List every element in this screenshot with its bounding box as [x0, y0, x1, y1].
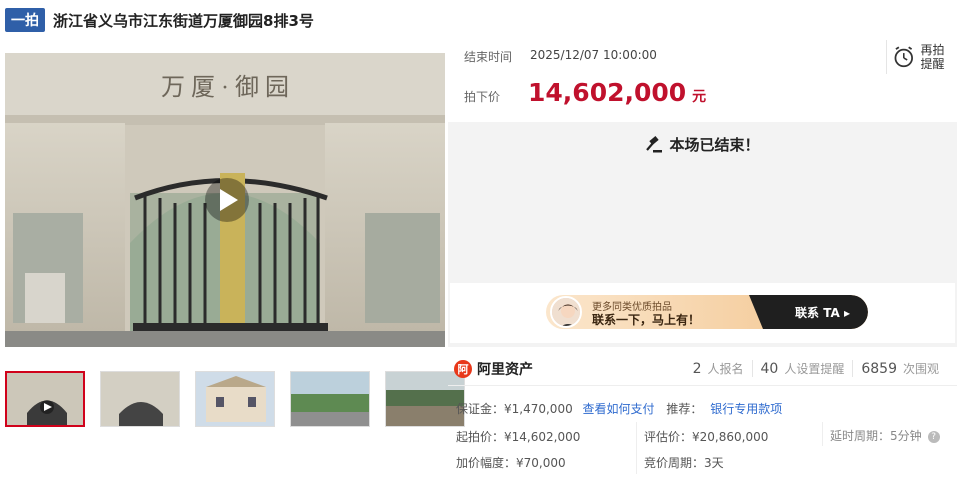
price-row: 拍下价 14,602,000 元	[464, 78, 706, 107]
ended-message: 本场已结束！	[669, 136, 760, 154]
stat-label: 人设置提醒	[784, 362, 845, 376]
price-value: 14,602,000	[528, 78, 687, 107]
divider	[636, 422, 637, 474]
title-row: 一拍 浙江省义乌市江东街道万厦御园8排3号	[5, 8, 314, 32]
stat-number: 6859	[861, 361, 897, 377]
price-unit: 元	[692, 89, 707, 105]
agent-avatar	[550, 296, 582, 328]
contact-ta-label: 联系 TA	[795, 306, 840, 320]
contact-banner[interactable]: 更多同类优质拍品 联系一下，马上有！ 联系 TA ▸	[546, 295, 868, 329]
alarm-clock-icon	[894, 46, 913, 68]
page-title: 浙江省义乌市江东街道万厦御园8排3号	[53, 11, 314, 30]
auction-round-badge: 一拍	[5, 8, 45, 32]
divider	[822, 422, 823, 446]
price-label: 拍下价	[464, 90, 501, 104]
bid-increment: 加价幅度：¥70,000	[456, 456, 566, 470]
gate-photo: 万 厦 · 御 园	[5, 53, 445, 347]
ended-message-row: 本场已结束！	[448, 134, 957, 155]
question-icon[interactable]: ?	[927, 430, 940, 443]
remind-label: 再拍提醒	[920, 43, 945, 71]
ali-logo-text: 阿里资产	[477, 361, 533, 378]
stat-label: 人报名	[707, 362, 744, 376]
start-price: 起拍价：¥14,602,000	[456, 430, 581, 444]
remind-button[interactable]: 再拍提醒	[886, 40, 946, 74]
end-time-row: 结束时间 2025/12/07 10:00:00	[464, 48, 657, 65]
banner-line2: 联系一下，马上有！	[592, 313, 701, 327]
thumbnail-2[interactable]	[100, 371, 180, 427]
delay-period-row: 延时周期：5分钟?	[830, 427, 940, 444]
caret-right-icon: ▸	[843, 306, 850, 320]
main-photo[interactable]: 万 厦 · 御 园	[5, 53, 445, 347]
how-to-pay-link[interactable]: 查看如何支付	[583, 402, 655, 416]
stat-number: 2	[692, 361, 702, 377]
stats-group: 2 人报名 40 人设置提醒 6859 次围观	[685, 360, 947, 377]
gavel-icon	[646, 135, 663, 152]
bank-account-link[interactable]: 银行专用款项	[710, 402, 782, 416]
gate-sign: 万 厦 · 御 园	[161, 74, 289, 101]
end-time-label: 结束时间	[464, 50, 513, 64]
stat-views: 6859 次围观	[852, 360, 947, 377]
thumbnail-3[interactable]	[195, 371, 275, 427]
banner-container: 更多同类优质拍品 联系一下，马上有！ 联系 TA ▸	[450, 283, 955, 343]
stats-row: 阿 阿里资产 2 人报名 40 人设置提醒 6859 次围观	[448, 352, 957, 386]
thumbnail-strip	[5, 371, 465, 427]
ali-assets-logo[interactable]: 阿 阿里资产	[454, 359, 533, 379]
stat-reminders: 40 人设置提醒	[751, 360, 853, 377]
appraisal-price: 评估价：¥20,860,000	[644, 430, 769, 444]
ali-logo-icon: 阿	[454, 359, 472, 378]
deposit-text: 保证金：¥1,470,000	[456, 402, 573, 416]
stat-number: 40	[760, 361, 779, 377]
stat-registered: 2 人报名	[685, 360, 752, 377]
thumbnail-4[interactable]	[290, 371, 370, 427]
stat-label: 次围观	[902, 362, 939, 376]
thumbnail-1[interactable]	[5, 371, 85, 427]
bid-cycle: 竞价周期：3天	[644, 456, 724, 470]
delay-period: 延时周期：5分钟	[830, 429, 922, 443]
end-time-value: 2025/12/07 10:00:00	[530, 48, 657, 62]
recommend-label: 推荐：	[666, 402, 703, 416]
contact-ta-button[interactable]: 联系 TA ▸	[795, 304, 850, 321]
deposit-info: 保证金：¥1,470,000 查看如何支付 推荐： 银行专用款项	[456, 400, 782, 417]
